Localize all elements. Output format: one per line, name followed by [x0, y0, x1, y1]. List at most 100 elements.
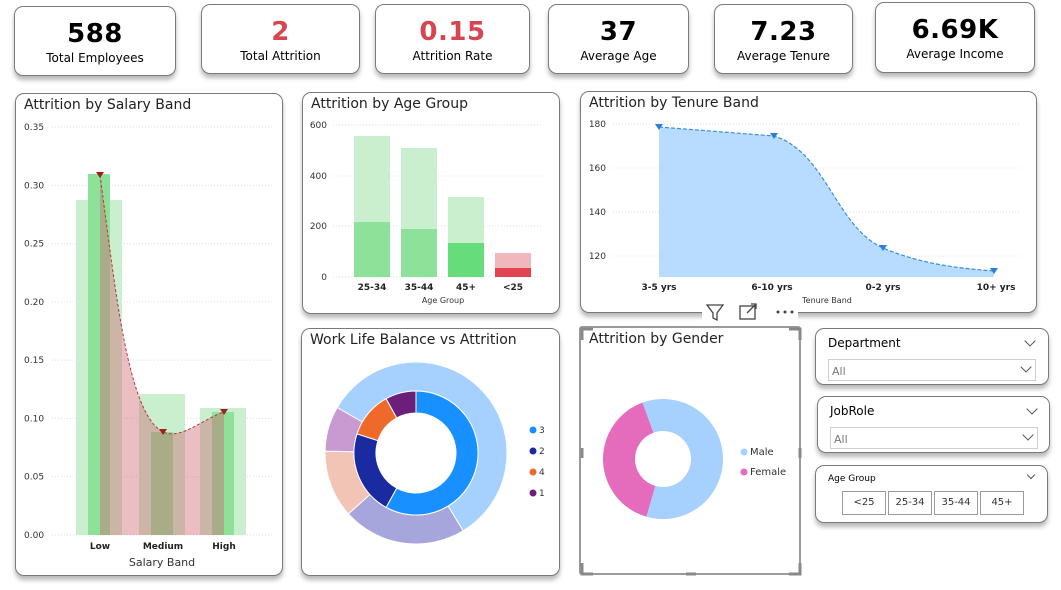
x-tick: Low [90, 542, 110, 552]
chart-work-life-balance[interactable]: Work Life Balance vs Attrition 3 2 4 1 [301, 328, 560, 576]
chevron-down-icon[interactable] [1024, 335, 1036, 347]
gender-slice-male[interactable] [642, 399, 723, 519]
kpi-total-attrition: 2 Total Attrition [201, 4, 360, 74]
y-tick: 600 [310, 121, 327, 131]
x-axis-title: Age Group [422, 296, 464, 305]
legend-label-3[interactable]: 3 [539, 426, 545, 436]
gender-slice-female[interactable] [603, 402, 656, 517]
kpi-value: 37 [599, 17, 638, 47]
x-tick: 6-10 yrs [751, 283, 792, 293]
slicer-title: Department [828, 336, 901, 350]
dropdown-value: All [832, 365, 846, 378]
kpi-label: Total Attrition [240, 49, 321, 63]
y-tick: 0 [321, 273, 327, 283]
kpi-average-tenure: 7.23 Average Tenure [714, 4, 853, 74]
legend-label-4[interactable]: 4 [539, 468, 545, 478]
legend-dot-female [740, 468, 748, 476]
dropdown-value: All [834, 433, 848, 446]
kpi-average-income: 6.69K Average Income [875, 2, 1035, 73]
kpi-value: 2 [271, 17, 290, 47]
age-option-25-34[interactable]: 25-34 [888, 491, 932, 515]
kpi-label: Attrition Rate [412, 49, 493, 63]
gender-chart-svg: Male Female [580, 327, 802, 576]
legend-dot-3 [529, 426, 537, 434]
kpi-value: 7.23 [750, 17, 817, 47]
slicer-age-group[interactable]: Age Group <25 25-34 35-44 45+ [815, 465, 1048, 523]
y-tick: 400 [310, 172, 327, 182]
y-tick: 180 [589, 120, 606, 130]
age-option-35-44[interactable]: 35-44 [934, 491, 978, 515]
legend-dot-male [740, 448, 748, 456]
x-tick: 35-44 [405, 283, 434, 293]
jobrole-dropdown[interactable]: All [830, 427, 1038, 449]
y-tick: 0.00 [24, 531, 44, 541]
x-tick: Medium [143, 542, 183, 552]
legend-label-1[interactable]: 1 [539, 489, 545, 499]
slicer-department[interactable]: Department All [815, 328, 1049, 385]
x-axis-title: Tenure Band [801, 296, 852, 305]
slicer-title: Age Group [828, 474, 876, 484]
age-option-lt25[interactable]: <25 [842, 491, 886, 515]
x-tick: <25 [503, 283, 523, 293]
legend-label-2[interactable]: 2 [539, 447, 545, 457]
legend-dot-2 [529, 447, 537, 455]
y-tick: 120 [589, 252, 606, 262]
department-dropdown[interactable]: All [828, 359, 1036, 381]
age-option-45plus[interactable]: 45+ [980, 491, 1024, 515]
legend-label-female[interactable]: Female [750, 467, 786, 478]
y-tick: 0.10 [24, 414, 44, 424]
y-tick: 0.20 [24, 298, 44, 308]
kpi-total-employees: 588 Total Employees [14, 6, 176, 76]
chart-attrition-by-age[interactable]: Attrition by Age Group 600 400 200 0 25-… [302, 92, 560, 314]
y-tick: 0.25 [24, 240, 44, 250]
x-tick: 45+ [456, 283, 476, 293]
kpi-attrition-rate: 0.15 Attrition Rate [375, 4, 530, 74]
age-chart-svg: 600 400 200 0 25-34 35-44 45+ <25 Age Gr… [310, 121, 543, 305]
legend-label-male[interactable]: Male [750, 447, 774, 458]
kpi-label: Total Employees [46, 51, 144, 65]
x-tick: 10+ yrs [977, 283, 1016, 293]
tenure-area [659, 127, 994, 277]
kpi-value: 588 [67, 19, 123, 49]
kpi-label: Average Income [906, 47, 1004, 61]
kpi-label: Average Age [580, 49, 657, 63]
y-tick: 0.30 [24, 181, 44, 191]
x-tick: 3-5 yrs [641, 283, 676, 293]
salary-chart-svg: 0.35 0.30 0.25 0.20 0.15 0.10 0.05 0.00 Low Med… [24, 123, 274, 569]
wlb-legend: 3 2 4 1 [529, 426, 545, 499]
slicer-jobrole[interactable]: JobRole All [817, 396, 1050, 453]
y-tick: 0.05 [24, 473, 44, 483]
kpi-average-age: 37 Average Age [548, 4, 689, 74]
visual-header-svg [705, 303, 794, 322]
y-tick: 160 [589, 164, 606, 174]
age-bar-attr-45plus[interactable] [448, 243, 484, 277]
chart-attrition-by-salary[interactable]: Attrition by Salary Band 0.35 0.30 0.25 0.2… [15, 93, 283, 576]
legend-dot-4 [529, 468, 537, 476]
chevron-down-icon[interactable] [1026, 470, 1036, 480]
x-axis-title: Salary Band [129, 556, 195, 569]
x-tick: 0-2 yrs [865, 283, 900, 293]
age-bar-attr-25-34[interactable] [354, 222, 390, 277]
visual-header [702, 301, 798, 323]
chart-attrition-by-tenure[interactable]: Attrition by Tenure Band 180 160 140 120… [580, 91, 1037, 313]
focus-mode-icon[interactable] [739, 303, 757, 320]
wlb-chart-svg: 3 2 4 1 [324, 361, 545, 545]
y-tick: 140 [589, 208, 606, 218]
y-tick: 200 [310, 222, 327, 232]
x-tick: 25-34 [358, 283, 387, 293]
slicer-title: JobRole [830, 404, 875, 418]
kpi-value: 0.15 [419, 17, 486, 47]
y-tick: 0.35 [24, 123, 44, 133]
legend-dot-1 [529, 489, 537, 497]
filter-icon[interactable] [705, 304, 725, 322]
x-tick: High [212, 542, 235, 552]
more-options-icon[interactable] [776, 310, 794, 314]
tenure-chart-svg: 180 160 140 120 3-5 yrs 6-10 yrs 0-2 yrs… [589, 120, 1021, 305]
age-bar-attr-lt25[interactable] [495, 268, 531, 277]
y-tick: 0.15 [24, 356, 44, 366]
chart-attrition-by-gender[interactable]: Attrition by Gender Male Female [579, 326, 802, 576]
kpi-label: Average Tenure [736, 49, 831, 63]
kpi-value: 6.69K [911, 15, 999, 45]
chevron-down-icon[interactable] [1026, 403, 1038, 415]
age-bar-attr-35-44[interactable] [401, 229, 437, 277]
